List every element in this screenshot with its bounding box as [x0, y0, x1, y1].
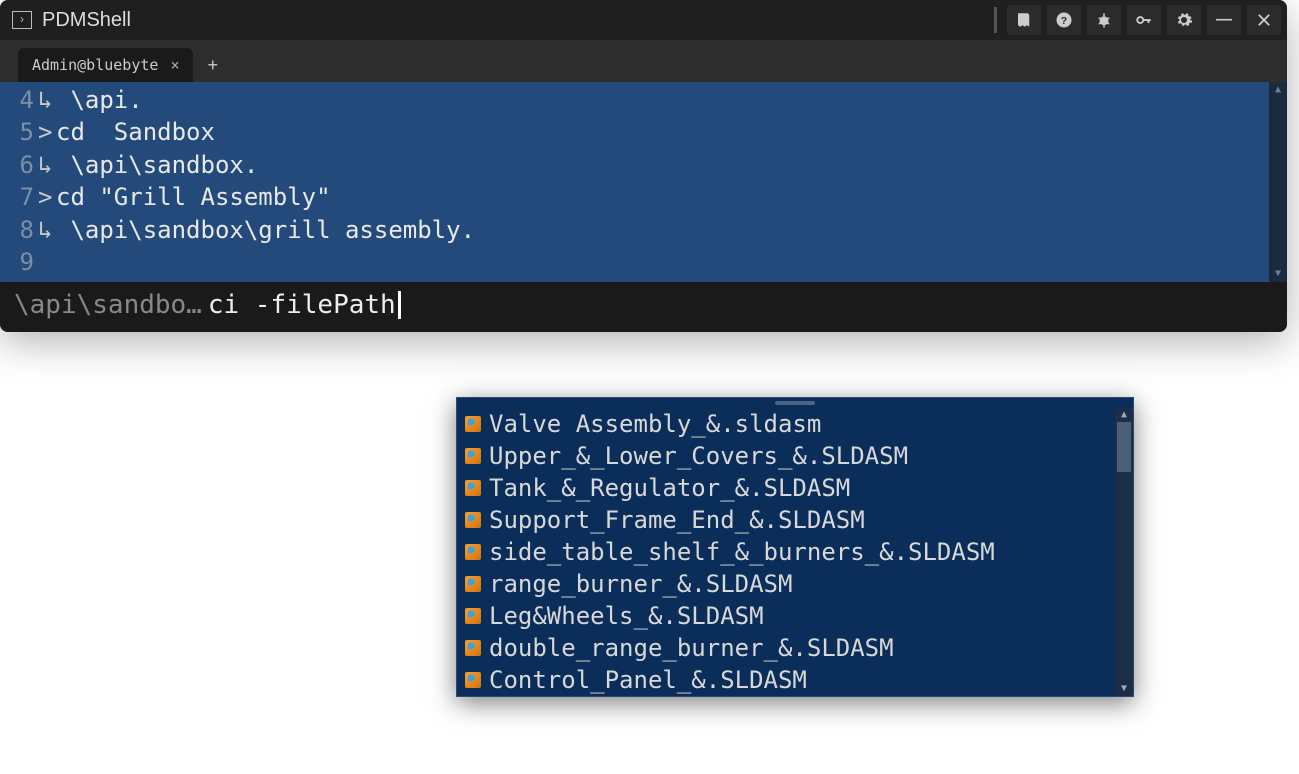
autocomplete-item[interactable]: Leg&Wheels_&.SLDASM: [457, 600, 1133, 632]
settings-icon[interactable]: [1167, 5, 1201, 35]
tab-close-icon[interactable]: ×: [170, 56, 179, 74]
scroll-up-icon[interactable]: ▲: [1115, 408, 1133, 422]
terminal-line: 5>cd Sandbox: [0, 116, 1287, 148]
command-prompt[interactable]: \api\sandbo… ci -filePath: [0, 282, 1287, 332]
scrollbar-thumb[interactable]: [1117, 422, 1131, 472]
resize-grip[interactable]: [457, 398, 1133, 408]
autocomplete-item[interactable]: Support_Frame_End_&.SLDASM: [457, 504, 1133, 536]
minimize-button[interactable]: —: [1207, 5, 1241, 35]
assembly-file-icon: [465, 416, 481, 432]
autocomplete-item[interactable]: Control_Panel_&.SLDASM: [457, 664, 1133, 696]
tab-session[interactable]: Admin@bluebyte ×: [18, 48, 193, 82]
close-button[interactable]: [1247, 5, 1281, 35]
autocomplete-item[interactable]: Valve Assembly_&.sldasm: [457, 408, 1133, 440]
terminal-scrollbar[interactable]: ▲ ▼: [1269, 82, 1287, 282]
assembly-file-icon: [465, 576, 481, 592]
prompt-command: ci -filePath: [208, 290, 396, 320]
autocomplete-list: Valve Assembly_&.sldasm Upper_&_Lower_Co…: [457, 408, 1133, 696]
autocomplete-item[interactable]: Tank_&_Regulator_&.SLDASM: [457, 472, 1133, 504]
app-title: PDMShell: [42, 9, 131, 32]
autocomplete-item[interactable]: side_table_shelf_&_burners_&.SLDASM: [457, 536, 1133, 568]
autocomplete-item[interactable]: Upper_&_Lower_Covers_&.SLDASM: [457, 440, 1133, 472]
scroll-down-icon[interactable]: ▼: [1115, 682, 1133, 696]
tab-add-button[interactable]: +: [193, 49, 232, 82]
scroll-up-icon[interactable]: ▲: [1269, 82, 1287, 98]
assembly-file-icon: [465, 608, 481, 624]
assembly-file-icon: [465, 480, 481, 496]
prompt-path: \api\sandbo…: [14, 290, 202, 320]
book-icon[interactable]: [1007, 5, 1041, 35]
tab-strip: Admin@bluebyte × +: [0, 40, 1287, 82]
terminal-line: 8↳ \api\sandbox\grill assembly.: [0, 214, 1287, 246]
help-icon[interactable]: ?: [1047, 5, 1081, 35]
app-icon: [12, 11, 32, 29]
autocomplete-item[interactable]: double_range_burner_&.SLDASM: [457, 632, 1133, 664]
autocomplete-item[interactable]: range_burner_&.SLDASM: [457, 568, 1133, 600]
terminal-line: 4↳ \api.: [0, 84, 1287, 116]
key-icon[interactable]: [1127, 5, 1161, 35]
scroll-down-icon[interactable]: ▼: [1269, 266, 1287, 282]
bug-icon[interactable]: [1087, 5, 1121, 35]
terminal-line: 6↳ \api\sandbox.: [0, 149, 1287, 181]
assembly-file-icon: [465, 448, 481, 464]
autocomplete-scrollbar[interactable]: ▲ ▼: [1115, 408, 1133, 696]
terminal-area: 4↳ \api. 5>cd Sandbox 6↳ \api\sandbox. 7…: [0, 82, 1287, 282]
terminal-line: 9: [0, 246, 1287, 278]
svg-text:?: ?: [1061, 15, 1067, 27]
text-cursor: [398, 291, 401, 319]
assembly-file-icon: [465, 672, 481, 688]
tab-label: Admin@bluebyte: [32, 56, 158, 74]
assembly-file-icon: [465, 544, 481, 560]
assembly-file-icon: [465, 640, 481, 656]
terminal-output[interactable]: 4↳ \api. 5>cd Sandbox 6↳ \api\sandbox. 7…: [0, 82, 1287, 282]
autocomplete-popup: Valve Assembly_&.sldasm Upper_&_Lower_Co…: [456, 397, 1134, 697]
terminal-line: 7>cd "Grill Assembly": [0, 181, 1287, 213]
assembly-file-icon: [465, 512, 481, 528]
toolbar-separator: [994, 7, 997, 33]
app-window: PDMShell ? — Admi: [0, 0, 1287, 332]
title-bar: PDMShell ? —: [0, 0, 1287, 40]
